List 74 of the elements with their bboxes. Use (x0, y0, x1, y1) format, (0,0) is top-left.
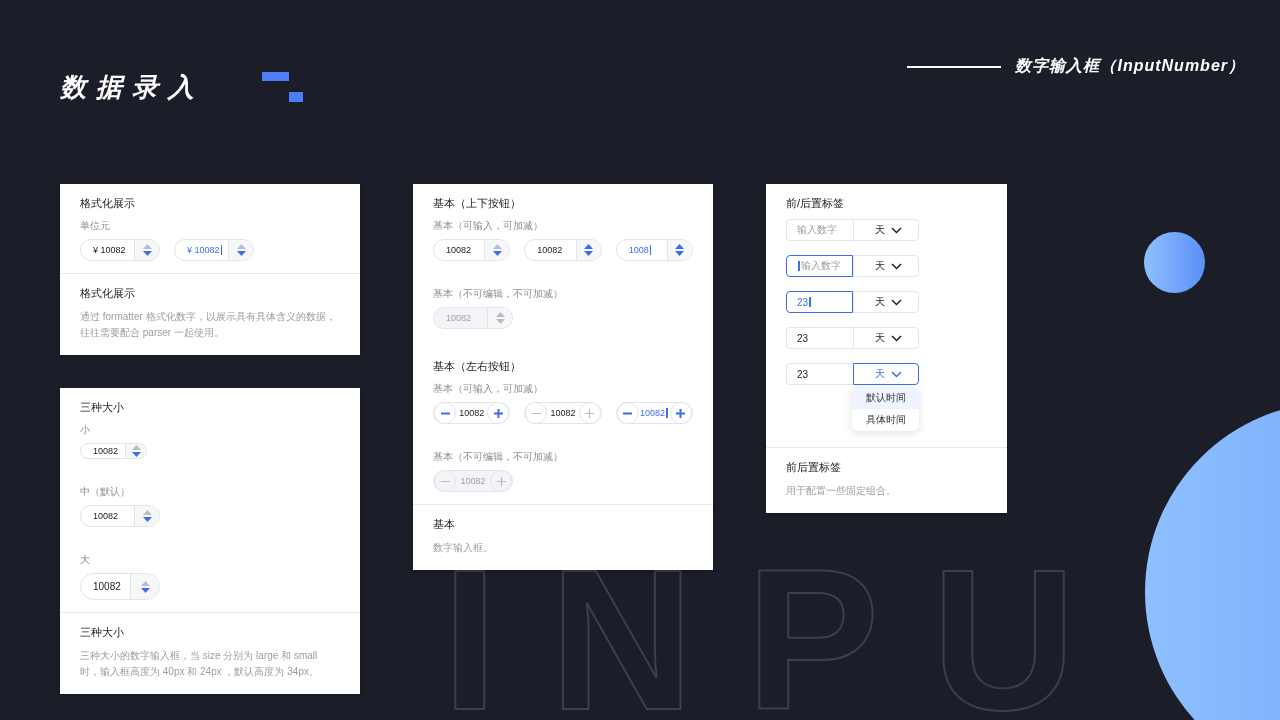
dropdown-option[interactable]: 具体时间 (852, 409, 919, 431)
up-arrow-icon[interactable] (584, 244, 594, 249)
plus-icon (493, 408, 503, 418)
number-input[interactable]: ¥ 10082 (80, 239, 160, 261)
number-input[interactable]: 10082 (524, 239, 602, 261)
number-input[interactable]: ¥ 10082 (174, 239, 254, 261)
text-cursor (220, 245, 223, 255)
chevron-down-icon (890, 262, 902, 270)
section-title: 基本（上下按钮） (433, 196, 522, 211)
up-arrow-icon[interactable] (142, 244, 152, 249)
field-label: 单位元 (80, 219, 111, 233)
increment-button[interactable] (487, 403, 510, 423)
field-label: 基本（不可编辑，不可加减） (433, 450, 564, 464)
decrement-button[interactable] (434, 403, 456, 423)
chevron-down-icon (890, 370, 902, 378)
up-arrow-icon[interactable] (140, 580, 150, 586)
dropdown-option[interactable]: 默认时间 (852, 387, 919, 409)
card-heading: 三种大小 (80, 625, 125, 640)
text-cursor (649, 245, 652, 255)
section-title: 基本（左右按钮） (433, 359, 522, 374)
card-description: 数字输入框。 (433, 541, 494, 555)
field-label: 基本（可输入，可加减） (433, 382, 544, 396)
number-input[interactable]: 1008 (615, 239, 693, 261)
plus-icon (496, 476, 506, 486)
page-subtitle: 数字输入框（InputNumber） (1015, 56, 1245, 76)
decrement-button[interactable] (616, 403, 639, 423)
up-arrow-icon[interactable] (131, 445, 141, 450)
circle-decoration (1144, 232, 1205, 293)
field-label: 基本（可输入，可加减） (433, 219, 544, 233)
number-input[interactable]: 10082 (433, 239, 511, 261)
unit-select[interactable]: 天 (853, 219, 919, 241)
section-title: 三种大小 (80, 400, 125, 415)
text-cursor (809, 297, 811, 307)
unit-select[interactable]: 天 (853, 327, 919, 349)
section-title: 格式化展示 (80, 196, 136, 211)
text-cursor (666, 408, 668, 418)
number-input[interactable]: 10082 (80, 505, 160, 527)
down-arrow-icon[interactable] (142, 251, 152, 256)
card-description: 三种大小的数字输入框，当 size 分别为 large 和 small 时，输入框高度为 40px 和 24px ，默认高度为 34px。 (80, 649, 320, 679)
field-label: 大 (80, 553, 91, 567)
plus-icon (585, 408, 595, 418)
chevron-down-icon (890, 226, 902, 234)
up-arrow-icon[interactable] (236, 244, 246, 249)
squares-drawing (262, 72, 303, 102)
unit-select[interactable]: 天 (853, 291, 919, 313)
unit-select[interactable]: 天 (853, 363, 919, 385)
card-heading: 基本 (433, 517, 456, 532)
section-title: 前/后置标签 (786, 196, 846, 211)
unit-select[interactable]: 天 (853, 255, 919, 277)
field-label: 基本（不可编辑，不可加减） (433, 287, 564, 301)
down-arrow-icon[interactable] (131, 452, 141, 457)
up-arrow-icon[interactable] (492, 244, 502, 249)
field-label: 小 (80, 423, 91, 437)
down-arrow-icon[interactable] (584, 251, 594, 256)
chevron-down-icon (890, 298, 902, 306)
text-cursor (798, 261, 800, 271)
down-arrow-icon[interactable] (492, 251, 502, 256)
down-arrow-icon[interactable] (140, 587, 150, 593)
page-title: 数据录入 (60, 71, 204, 104)
number-input[interactable]: 10082 (80, 573, 160, 600)
chevron-down-icon (890, 334, 902, 342)
up-arrow-icon[interactable] (142, 510, 152, 515)
card-heading: 格式化展示 (80, 286, 136, 301)
number-input[interactable]: 23 (786, 291, 853, 313)
number-input[interactable]: 10082 (615, 402, 693, 424)
down-arrow-icon[interactable] (675, 251, 685, 256)
field-label: 中（默认） (80, 485, 131, 499)
plus-icon (676, 408, 686, 418)
up-arrow-icon[interactable] (675, 244, 685, 249)
card-heading: 前后置标签 (786, 460, 842, 475)
number-input[interactable]: 10082 (80, 443, 147, 459)
down-arrow-icon[interactable] (236, 251, 246, 256)
down-arrow-icon[interactable] (142, 517, 152, 522)
increment-button[interactable] (670, 403, 692, 423)
